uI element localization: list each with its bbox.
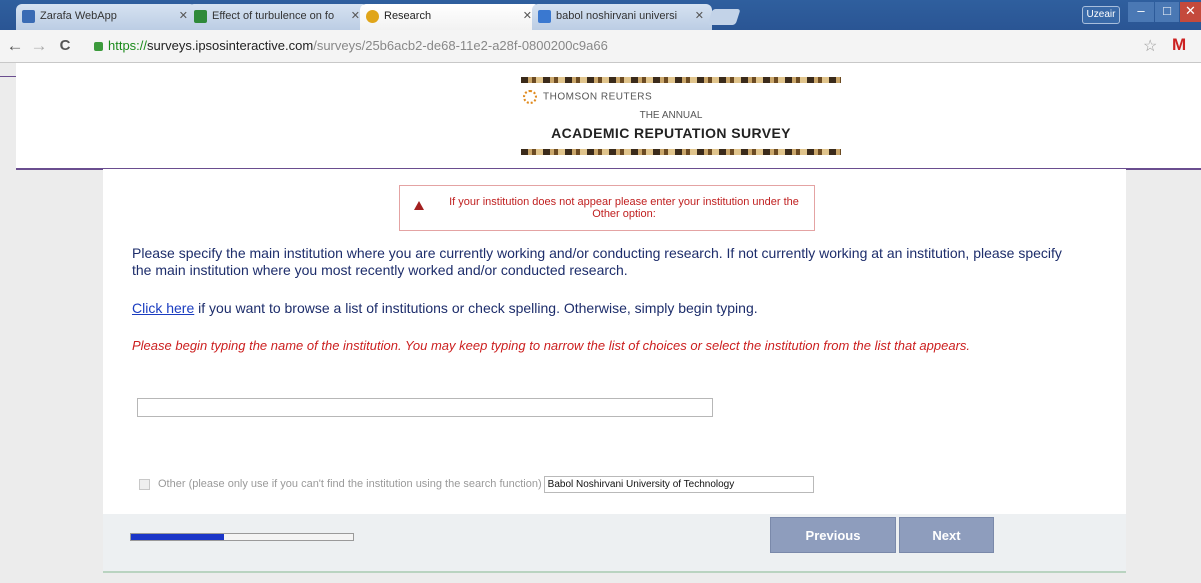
progress-fill: [131, 534, 225, 540]
user-profile-button[interactable]: Uzeair: [1082, 6, 1120, 24]
close-tab-icon[interactable]: ✕: [351, 9, 360, 22]
institution-search-input[interactable]: [137, 398, 713, 417]
survey-title: ACADEMIC REPUTATION SURVEY: [551, 125, 791, 141]
question-text: Please specify the main institution wher…: [132, 245, 1062, 278]
browser-toolbar: ← → C https://surveys.ipsosinteractive.c…: [0, 30, 1201, 63]
header-rule: [0, 76, 16, 77]
survey-footer: Previous Next: [103, 514, 1126, 573]
tab-zarafa[interactable]: Zarafa WebApp ✕: [16, 4, 196, 30]
close-window-icon[interactable]: ✕: [1180, 2, 1201, 22]
gmail-icon[interactable]: M: [1172, 35, 1186, 55]
other-checkbox[interactable]: [139, 478, 150, 490]
close-tab-icon[interactable]: ✕: [179, 9, 188, 22]
tab-title: Research: [384, 10, 432, 22]
brand-name: THOMSON REUTERS: [543, 91, 653, 103]
next-button[interactable]: Next: [899, 517, 994, 553]
new-tab-button[interactable]: [707, 9, 741, 25]
browser-tab-strip: Zarafa WebApp ✕ Effect of turbulence on …: [0, 0, 1201, 30]
lock-icon: [94, 42, 103, 52]
page-content: THOMSON REUTERS THE ANNUAL ACADEMIC REPU…: [0, 63, 1201, 583]
url-scheme: https://: [108, 38, 148, 53]
previous-button[interactable]: Previous: [770, 517, 896, 553]
zarafa-favicon-icon: [22, 10, 35, 23]
maximize-icon[interactable]: □: [1155, 2, 1179, 22]
thomson-reuters-logo: THOMSON REUTERS: [523, 90, 652, 104]
tab-title: babol noshirvani universi: [556, 10, 678, 22]
tab-title: Effect of turbulence on fo: [212, 10, 335, 22]
google-favicon-icon: [538, 10, 551, 23]
tab-google-search[interactable]: babol noshirvani universi ✕: [532, 4, 712, 30]
address-bar[interactable]: https://surveys.ipsosinteractive.com/sur…: [94, 36, 1134, 56]
close-tab-icon[interactable]: ✕: [695, 9, 704, 22]
tab-turbulence[interactable]: Effect of turbulence on fo ✕: [188, 4, 368, 30]
tab-research[interactable]: Research ✕: [360, 4, 540, 30]
survey-logo: THOMSON REUTERS THE ANNUAL ACADEMIC REPU…: [501, 77, 841, 157]
browse-instructions: Click here if you want to browse a list …: [132, 300, 758, 316]
other-option-row: Other (please only use if you can't find…: [139, 474, 814, 494]
star-favicon-icon: [366, 10, 379, 23]
alert-message: If your institution does not appear plea…: [449, 196, 799, 220]
survey-question-card: If your institution does not appear plea…: [103, 169, 1126, 573]
document-favicon-icon: [194, 10, 207, 23]
progress-bar: [130, 533, 354, 541]
tab-title: Zarafa WebApp: [40, 10, 117, 22]
thomson-reuters-mark-icon: [523, 90, 537, 104]
bookmark-star-icon[interactable]: ☆: [1143, 36, 1157, 56]
close-tab-icon[interactable]: ✕: [523, 9, 532, 22]
reload-icon[interactable]: C: [56, 37, 74, 55]
other-institution-field[interactable]: [543, 475, 814, 493]
decorative-band: [521, 77, 841, 83]
warning-icon: [414, 201, 424, 210]
url-host: surveys.ipsosinteractive.com: [147, 38, 314, 53]
back-icon[interactable]: ←: [6, 37, 24, 55]
survey-header: THOMSON REUTERS THE ANNUAL ACADEMIC REPU…: [16, 63, 1201, 170]
forward-icon[interactable]: →: [30, 37, 48, 55]
typing-instruction: Please begin typing the name of the inst…: [132, 338, 971, 353]
other-option-label: Other (please only use if you can't find…: [158, 478, 542, 490]
url-path: /surveys/25b6acb2-de68-11e2-a28f-0800200…: [313, 38, 608, 53]
minimize-icon[interactable]: –: [1128, 2, 1154, 22]
warning-alert: If your institution does not appear plea…: [399, 185, 815, 231]
survey-subtitle: THE ANNUAL: [639, 110, 703, 121]
browse-text: if you want to browse a list of institut…: [194, 300, 758, 316]
browse-institutions-link[interactable]: Click here: [132, 300, 194, 316]
decorative-band: [521, 149, 841, 155]
